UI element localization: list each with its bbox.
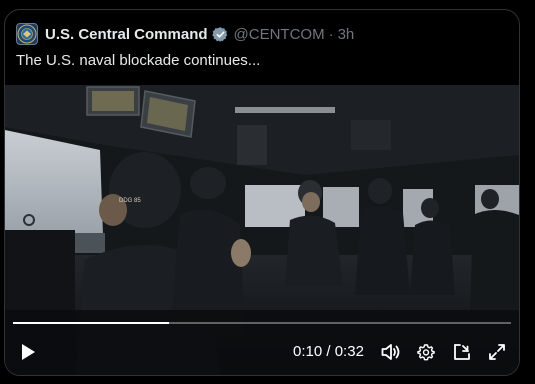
meta-separator: · — [328, 25, 334, 43]
author-name[interactable]: U.S. Central Command — [45, 26, 208, 43]
tweet-header: U.S. Central Command @CENTCOM · 3h — [16, 22, 354, 46]
fullscreen-button[interactable] — [486, 341, 508, 363]
post-time[interactable]: 3h — [338, 26, 355, 43]
author-avatar[interactable] — [16, 23, 38, 45]
video-player[interactable]: DDG 85 0:10 / 0:32 — [5, 85, 519, 375]
settings-button[interactable] — [415, 341, 437, 363]
picture-in-picture-button[interactable] — [451, 341, 473, 363]
settings-gear-icon — [417, 344, 435, 361]
author-handle[interactable]: @CENTCOM — [234, 26, 325, 43]
video-frame: DDG 85 — [5, 85, 519, 375]
volume-button[interactable] — [380, 341, 402, 363]
tweet-text: The U.S. naval blockade continues... — [16, 52, 261, 69]
video-progress-bar[interactable] — [13, 322, 511, 324]
fullscreen-icon — [489, 344, 505, 360]
pip-icon — [454, 344, 470, 360]
time-separator: / — [322, 343, 335, 360]
current-time: 0:10 — [293, 343, 323, 360]
duration: 0:32 — [334, 343, 364, 360]
video-controls: 0:10 / 0:32 — [5, 337, 519, 367]
play-button[interactable] — [17, 341, 39, 363]
centcom-seal-icon — [17, 24, 37, 44]
cap-hull-marking: DDG 85 — [119, 198, 141, 204]
verified-badge-icon — [211, 26, 227, 42]
tweet-card[interactable]: U.S. Central Command @CENTCOM · 3h The U… — [4, 9, 520, 376]
play-icon — [22, 344, 35, 360]
video-timecode: 0:10 / 0:32 — [293, 343, 364, 360]
video-progress-fill — [13, 322, 169, 324]
volume-icon — [381, 344, 400, 360]
